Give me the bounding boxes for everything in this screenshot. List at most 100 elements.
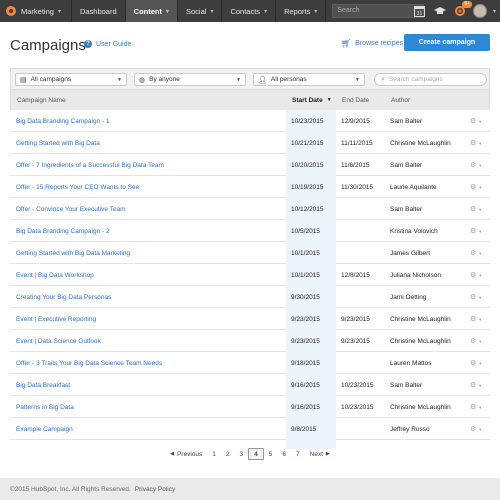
campaign-name-link[interactable]: Event | Executive Reporting bbox=[16, 308, 96, 330]
row-actions-menu[interactable]: ⚙ ▼ bbox=[470, 220, 482, 242]
campaign-name-link[interactable]: Big Data Branding Campaign - 2 bbox=[16, 220, 110, 242]
page-number-button[interactable]: 2 bbox=[221, 448, 235, 460]
campaign-name-link[interactable]: Event | Big Data Workshop bbox=[16, 264, 94, 286]
campaigns-filter-select[interactable]: ▤ All campaigns ▼ bbox=[15, 73, 127, 86]
author-cell: Christine McLaughlin bbox=[390, 315, 451, 323]
campaign-search-input[interactable]: ⌕ Search campaigns bbox=[374, 73, 487, 86]
privacy-policy-link[interactable]: Privacy Policy bbox=[135, 486, 175, 493]
chevron-down-icon: ▼ bbox=[478, 272, 483, 278]
campaign-name-link[interactable]: Patterns in Big Data bbox=[16, 396, 74, 418]
table-row: Patterns in Big Data 9/16/2015 10/23/2015 C… bbox=[10, 396, 490, 418]
avatar bbox=[472, 4, 487, 18]
user-guide-link[interactable]: ? User Guide bbox=[84, 40, 131, 48]
nav-item-contacts[interactable]: Contacts ▾ bbox=[222, 0, 275, 22]
account-menu[interactable] bbox=[472, 4, 487, 18]
row-actions-menu[interactable]: ⚙ ▼ bbox=[470, 352, 482, 374]
author-cell: Christine McLaughlin bbox=[390, 139, 451, 147]
author-cell: Lauren Mattos bbox=[390, 359, 432, 367]
nav-item-label: Reports bbox=[284, 6, 311, 16]
campaign-name-link[interactable]: Offer - Convince Your Executive Team bbox=[16, 198, 126, 220]
next-page-button[interactable]: Next ▶ bbox=[305, 448, 338, 460]
row-actions-menu[interactable]: ⚙ ▼ bbox=[470, 176, 482, 198]
row-actions-menu[interactable]: ⚙ ▼ bbox=[470, 374, 482, 396]
start-date-cell: 9/18/2015 bbox=[286, 352, 336, 374]
page-title: Campaigns bbox=[10, 37, 86, 54]
campaign-name-link[interactable]: Creating Your Big Data Personas bbox=[16, 286, 111, 308]
chevron-down-icon: ▾ bbox=[57, 8, 61, 15]
calendar-icon[interactable]: 31 bbox=[413, 4, 427, 18]
page-number-button[interactable]: 6 bbox=[277, 448, 291, 460]
browse-recipes-link[interactable]: 🛒︎ Browse recipes bbox=[341, 39, 403, 48]
table-row: Creating Your Big Data Personas 9/30/2015… bbox=[10, 286, 490, 308]
column-header-start-date[interactable]: Start Date ▼ bbox=[292, 90, 332, 110]
row-actions-menu[interactable]: ⚙ ▼ bbox=[470, 418, 482, 440]
campaign-search-placeholder: Search campaigns bbox=[388, 76, 443, 83]
nav-marketing-menu[interactable]: Marketing ▾ bbox=[0, 0, 71, 22]
start-date-cell: 9/16/2015 bbox=[286, 374, 336, 396]
notifications-sprocket-icon[interactable]: 9+ bbox=[453, 1, 472, 18]
campaign-name-link[interactable]: Example Campaign bbox=[16, 418, 73, 440]
end-date-cell: 11/6/2015 bbox=[341, 161, 370, 169]
nav-item-dashboard[interactable]: Dashboard bbox=[72, 0, 125, 22]
start-date-cell: 10/23/2015 bbox=[286, 110, 336, 132]
campaign-name-link[interactable]: Getting Started with Big Data bbox=[16, 132, 100, 154]
nav-item-content[interactable]: Content ▾ bbox=[125, 0, 177, 22]
table-header: Campaign Name Start Date ▼ End Date Autho… bbox=[10, 90, 490, 110]
column-header-end-date[interactable]: End Date bbox=[342, 90, 369, 110]
row-actions-menu[interactable]: ⚙ ▼ bbox=[470, 264, 482, 286]
nav-search-input[interactable]: Search bbox=[332, 4, 425, 18]
campaign-name-link[interactable]: Event | Data Science Outlook bbox=[16, 330, 101, 352]
owner-filter-select[interactable]: ◍ By anyone ▼ bbox=[134, 73, 246, 86]
campaign-name-link[interactable]: Getting Started with Big Data Marketing bbox=[16, 242, 130, 264]
chevron-down-icon: ▼ bbox=[478, 404, 483, 410]
row-actions-menu[interactable]: ⚙ ▼ bbox=[470, 132, 482, 154]
chevron-down-icon: ▾ bbox=[264, 8, 268, 15]
campaign-name-link[interactable]: Offer - 3 Traits Your Big Data Science T… bbox=[16, 352, 162, 374]
row-actions-menu[interactable]: ⚙ ▼ bbox=[470, 396, 482, 418]
row-actions-menu[interactable]: ⚙ ▼ bbox=[470, 198, 482, 220]
create-campaign-button[interactable]: Create campaign bbox=[404, 34, 490, 51]
row-actions-menu[interactable]: ⚙ ▼ bbox=[470, 242, 482, 264]
gear-icon: ⚙ bbox=[470, 338, 477, 345]
nav-item-social[interactable]: Social ▾ bbox=[178, 0, 221, 22]
chevron-down-icon: ▼ bbox=[355, 76, 360, 83]
column-header-author[interactable]: Author bbox=[391, 90, 410, 110]
chevron-down-icon: ▼ bbox=[478, 360, 483, 366]
row-actions-menu[interactable]: ⚙ ▼ bbox=[470, 286, 482, 308]
end-date-cell: 12/9/2015 bbox=[341, 117, 370, 125]
campaign-name-link[interactable]: Offer - 15 Reports Your CEO Wants to See bbox=[16, 176, 139, 198]
page-number-button[interactable]: 4 bbox=[248, 448, 264, 460]
previous-page-button[interactable]: ◀ Previous bbox=[162, 448, 207, 460]
start-date-cell: 10/21/2015 bbox=[286, 132, 336, 154]
campaign-name-link[interactable]: Big Data Branding Campaign - 1 bbox=[16, 110, 110, 132]
campaign-name-link[interactable]: Big Data Breakfast bbox=[16, 374, 70, 396]
browse-recipes-label: Browse recipes bbox=[355, 40, 404, 47]
campaign-name-link[interactable]: Offer - 7 Ingredients of a Successful Bi… bbox=[16, 154, 164, 176]
row-actions-menu[interactable]: ⚙ ▼ bbox=[470, 154, 482, 176]
author-cell: Sam Balter bbox=[390, 381, 423, 389]
row-actions-menu[interactable]: ⚙ ▼ bbox=[470, 308, 482, 330]
gear-icon: ⚙ bbox=[470, 426, 477, 433]
campaigns-table: Campaign Name Start Date ▼ End Date Autho… bbox=[10, 90, 490, 449]
nav-item-reports[interactable]: Reports ▾ bbox=[276, 0, 325, 22]
page-number-button[interactable]: 7 bbox=[291, 448, 305, 460]
column-header-name[interactable]: Campaign Name bbox=[17, 90, 66, 110]
page-number-button[interactable]: 3 bbox=[235, 448, 249, 460]
table-row: Offer - 15 Reports Your CEO Wants to See… bbox=[10, 176, 490, 198]
notification-badge: 9+ bbox=[462, 1, 472, 8]
end-date-cell: 10/23/2015 bbox=[341, 403, 374, 411]
row-actions-menu[interactable]: ⚙ ▼ bbox=[470, 330, 482, 352]
chevron-down-icon: ▼ bbox=[478, 206, 483, 212]
person-icon: 👤︎ bbox=[258, 76, 267, 84]
author-cell: Jeffrey Russo bbox=[390, 425, 430, 433]
persona-filter-select[interactable]: 👤︎ All personas ▼ bbox=[253, 73, 365, 86]
gear-icon: ⚙ bbox=[470, 118, 477, 125]
gear-icon: ⚙ bbox=[470, 228, 477, 235]
owner-filter-value: By anyone bbox=[149, 76, 180, 83]
page-number-button[interactable]: 5 bbox=[264, 448, 278, 460]
user-guide-label: User Guide bbox=[96, 40, 132, 48]
academy-cap-icon[interactable] bbox=[433, 4, 447, 18]
row-actions-menu[interactable]: ⚙ ▼ bbox=[470, 110, 482, 132]
page-number-list: 1234567 bbox=[207, 448, 304, 460]
page-number-button[interactable]: 1 bbox=[207, 448, 221, 460]
